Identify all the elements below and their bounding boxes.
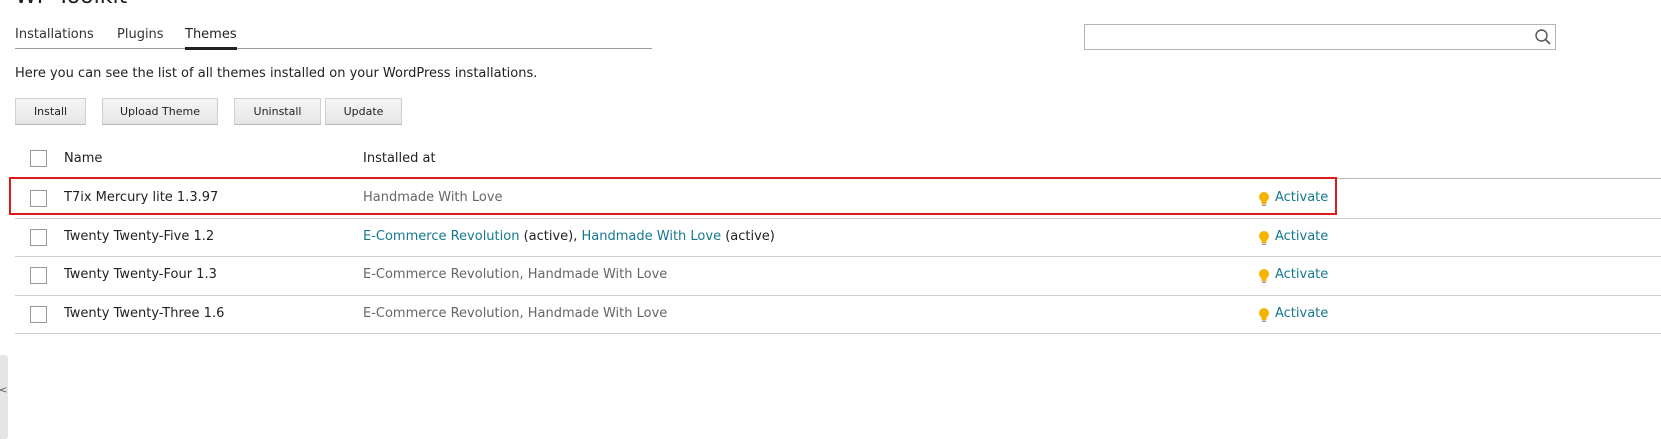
theme-name: Twenty Twenty-Three 1.6 (64, 306, 225, 321)
row-checkbox[interactable] (30, 190, 47, 207)
installation-name: E-Commerce Revolution (363, 306, 520, 321)
separator: , (519, 306, 528, 321)
upload-theme-button[interactable]: Upload Theme (102, 98, 218, 125)
search-input[interactable] (1085, 25, 1537, 47)
row-checkbox[interactable] (30, 267, 47, 284)
lightbulb-icon (1259, 308, 1269, 322)
row-divider (15, 218, 1661, 219)
installation-link[interactable]: Handmade With Love (582, 229, 722, 244)
search-box (1084, 24, 1556, 50)
row-divider (15, 256, 1661, 257)
theme-name: Twenty Twenty-Five 1.2 (64, 229, 215, 244)
tab-plugins[interactable]: Plugins (117, 26, 164, 48)
installation-name: Handmade With Love (527, 306, 668, 321)
lightbulb-icon (1259, 192, 1269, 206)
row-checkbox[interactable] (30, 229, 47, 246)
tab-installations[interactable]: Installations (15, 26, 94, 48)
search-icon[interactable] (1534, 28, 1552, 46)
page-description: Here you can see the list of all themes … (15, 66, 538, 81)
lightbulb-icon (1259, 269, 1269, 283)
activate-label: Activate (1275, 229, 1329, 244)
separator: , (573, 229, 582, 244)
tab-bar: Installations Plugins Themes (15, 26, 652, 50)
theme-name: Twenty Twenty-Four 1.3 (64, 267, 217, 282)
installation-name: Handmade With Love (527, 267, 668, 282)
column-header-name[interactable]: Name (64, 151, 102, 166)
page-title: WP Toolkit (15, 0, 127, 9)
row-checkbox[interactable] (30, 306, 47, 323)
header-divider (15, 178, 1661, 179)
installed-at-cell: E-Commerce Revolution, Handmade With Lov… (363, 306, 667, 321)
activate-label: Activate (1275, 190, 1329, 205)
active-label: (active) (519, 229, 574, 244)
tab-themes[interactable]: Themes (185, 26, 237, 50)
installation-name: E-Commerce Revolution (363, 267, 520, 282)
activate-label: Activate (1275, 267, 1329, 282)
installation-link[interactable]: E-Commerce Revolution (363, 229, 519, 244)
uninstall-button[interactable]: Uninstall (234, 98, 321, 125)
lightbulb-icon (1259, 231, 1269, 245)
installed-at-cell: E-Commerce Revolution, Handmade With Lov… (363, 267, 667, 282)
installation-name: Handmade With Love (363, 190, 503, 205)
installed-at-cell: Handmade With Love (363, 190, 503, 205)
update-button[interactable]: Update (325, 98, 402, 125)
installed-at-cell: E-Commerce Revolution (active), Handmade… (363, 229, 775, 244)
row-divider (15, 295, 1661, 296)
theme-name: T7ix Mercury lite 1.3.97 (64, 190, 219, 205)
select-all-checkbox[interactable] (30, 150, 47, 167)
chevron-left-icon: < (0, 385, 8, 396)
sidebar-collapse-handle[interactable]: < (0, 355, 8, 439)
separator: , (519, 267, 528, 282)
activate-label: Activate (1275, 306, 1329, 321)
column-header-installed-at: Installed at (363, 151, 436, 166)
install-button[interactable]: Install (15, 98, 86, 125)
row-divider (15, 333, 1661, 334)
active-label: (active) (721, 229, 775, 244)
